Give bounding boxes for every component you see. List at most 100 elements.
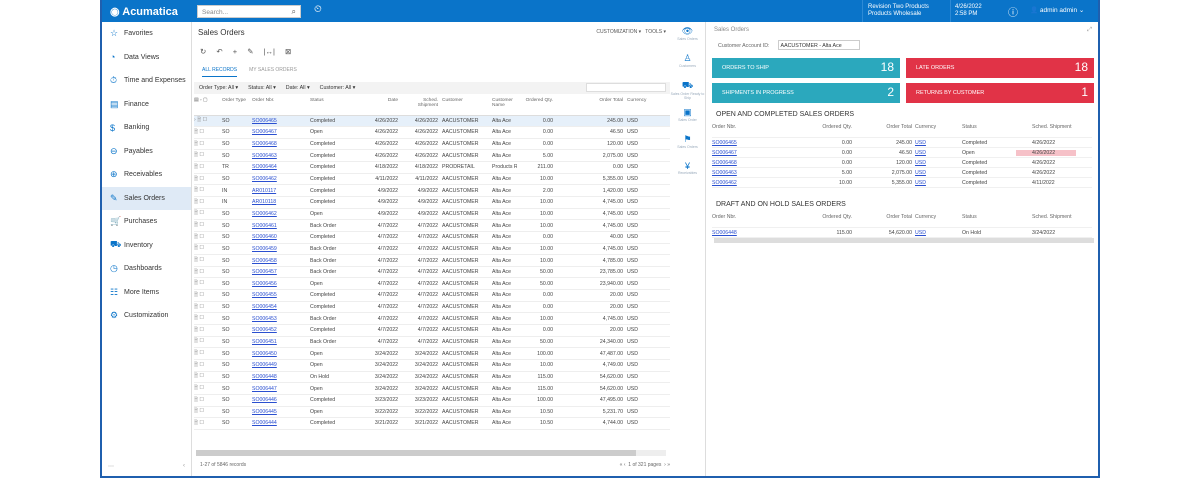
column-header[interactable]: Sched. Shipment: [1016, 214, 1076, 220]
grid-link[interactable]: SO006465: [712, 140, 792, 146]
column-header[interactable]: Sched. Shipment: [402, 95, 442, 116]
filter-status[interactable]: Status: All ▾: [248, 85, 276, 91]
order-link[interactable]: SO006463: [252, 153, 277, 159]
grid-link[interactable]: USD: [912, 150, 936, 156]
column-header[interactable]: Date: [370, 95, 402, 116]
grid-link[interactable]: USD: [912, 230, 936, 236]
sidebar-item-sales-orders[interactable]: ✎ Sales Orders: [102, 186, 191, 210]
column-header[interactable]: Order Type: [222, 95, 252, 116]
column-header[interactable]: Ordered Qty.: [792, 214, 852, 220]
column-header[interactable]: Status: [310, 95, 370, 116]
order-link[interactable]: SO006445: [252, 409, 277, 415]
grid-link[interactable]: SO006462: [712, 180, 792, 186]
order-link[interactable]: SO006461: [252, 223, 277, 229]
order-link[interactable]: SO006460: [252, 234, 277, 240]
column-header[interactable]: Status: [936, 124, 1016, 130]
menu-dots-icon[interactable]: ⋯: [108, 463, 114, 470]
grid-row[interactable]: SO006467 0.00 46.50 USD Open 4/26/2022: [712, 148, 1092, 158]
rail-item-1[interactable]: ♙ Customers: [670, 49, 705, 76]
sidebar-item-purchases[interactable]: 🛒 Purchases: [102, 210, 191, 234]
table-row[interactable]: 🗎 ☐ SO SO006467 Open 4/26/2022 4/26/2022 AACUS…: [194, 126, 670, 139]
sidebar-item-dashboards[interactable]: ◷ Dashboards: [102, 257, 191, 281]
column-header[interactable]: Order Nbr.: [712, 124, 792, 130]
column-header[interactable]: Order Nbr.: [712, 214, 792, 220]
table-row[interactable]: 🗎 ☐ SO SO006458 Back Order 4/7/2022 4/7/2022 A…: [194, 254, 670, 267]
order-link[interactable]: SO006467: [712, 150, 737, 156]
sidebar-item-banking[interactable]: $ Banking: [102, 116, 191, 140]
rail-item-3[interactable]: ▣ Sales Order: [670, 103, 705, 130]
tab-all-records[interactable]: ALL RECORDS: [202, 67, 238, 77]
grid-row[interactable]: SO006463 5.00 2,075.00 USD Completed 4/26/202…: [712, 168, 1092, 178]
tenant-selector[interactable]: Revision Two Products Products Wholesale: [868, 4, 929, 18]
grid-link[interactable]: SO006463: [712, 170, 792, 176]
history-icon[interactable]: ⏲: [314, 4, 322, 15]
order-link[interactable]: AR010118: [252, 199, 276, 205]
toolbar-buttons[interactable]: ↻ ↶ + ✎ |↔| ⊠: [200, 47, 291, 56]
order-link[interactable]: SO006462: [252, 211, 277, 217]
filter-customer[interactable]: Customer: All ▾: [320, 85, 356, 91]
sidebar-item-time-and-expenses[interactable]: ⏱ Time and Expenses: [102, 69, 191, 93]
table-row[interactable]: 🗎 ☐ SO SO006455 Completed 4/7/2022 4/7/2022 AA…: [194, 289, 670, 302]
table-row[interactable]: 🗎 ☐ SO SO006444 Completed 3/21/2022 3/21/2022…: [194, 417, 670, 430]
grid-link[interactable]: USD: [912, 180, 936, 186]
column-header[interactable]: Sched. Shipment: [1016, 124, 1076, 130]
rail-item-5[interactable]: ¥ Receivables: [670, 157, 705, 184]
order-link[interactable]: USD: [915, 160, 926, 166]
order-link[interactable]: USD: [915, 170, 926, 176]
table-row[interactable]: 🗎 ☐ SO SO006457 Back Order 4/7/2022 4/7/2022 A…: [194, 266, 670, 279]
order-link[interactable]: USD: [915, 180, 926, 186]
grid-link[interactable]: SO006468: [712, 160, 792, 166]
column-header[interactable]: Order Total: [852, 124, 912, 130]
business-date-selector[interactable]: 4/26/2022 2:58 PM: [955, 4, 982, 18]
customer-input[interactable]: AACUSTOMER - Alta Ace: [777, 40, 860, 50]
collapse-sidebar-icon[interactable]: ‹: [183, 463, 185, 470]
sidebar-item-customization[interactable]: ⚙ Customization: [102, 304, 191, 328]
grid-link[interactable]: SO006448: [712, 230, 792, 236]
sidebar-item-more-items[interactable]: ☷ More Items: [102, 281, 191, 305]
order-link[interactable]: USD: [915, 140, 926, 146]
table-row[interactable]: 🗎 ☐ SO SO006453 Back Order 4/7/2022 4/7/2022 A…: [194, 312, 670, 326]
table-row[interactable]: 🗎 ☐ SO SO006448 On Hold 3/24/2022 3/24/2022 AA…: [194, 371, 670, 384]
column-header[interactable]: Currency: [912, 214, 936, 220]
grid-link[interactable]: USD: [912, 140, 936, 146]
scrollbar-thumb[interactable]: [196, 450, 636, 456]
grid-link[interactable]: SO006467: [712, 150, 792, 156]
tile-shipments-in-progress[interactable]: SHIPMENTS IN PROGRESS 2: [712, 83, 900, 103]
table-row[interactable]: 🗎 ☐ SO SO006445 Open 3/22/2022 3/22/2022 AACUS…: [194, 406, 670, 419]
order-link[interactable]: USD: [915, 150, 926, 156]
acumatica-logo[interactable]: ◉ Acumatica: [110, 5, 178, 18]
table-row[interactable]: 🗎 ☐ SO SO006450 Open 3/24/2022 3/24/2022 AACUS…: [194, 347, 670, 360]
order-link[interactable]: SO006465: [252, 118, 277, 124]
order-link[interactable]: SO006449: [252, 362, 277, 368]
column-header[interactable]: Currency: [912, 124, 936, 130]
rail-item-4[interactable]: ⚑ Sales Orders: [670, 130, 705, 157]
order-link[interactable]: SO006455: [252, 292, 277, 298]
column-header[interactable]: Customer: [442, 95, 492, 116]
table-row[interactable]: 🗎 ☐ SO SO006460 Completed 4/7/2022 4/7/2022 AA…: [194, 231, 670, 244]
filter-date[interactable]: Date: All ▾: [286, 85, 310, 91]
order-link[interactable]: SO006446: [252, 397, 277, 403]
page-input[interactable]: 1: [628, 462, 631, 468]
table-row[interactable]: 🗎 ☐ SO SO006459 Back Order 4/7/2022 4/7/2022 A…: [194, 243, 670, 256]
next-page-button[interactable]: ›: [664, 462, 666, 468]
column-header[interactable]: Order Nbr.: [252, 95, 310, 116]
grid-link[interactable]: USD: [912, 170, 936, 176]
order-link[interactable]: SO006468: [252, 141, 277, 147]
column-header[interactable]: Order Total: [852, 214, 912, 220]
order-link[interactable]: SO006448: [712, 230, 737, 236]
sidebar-item-inventory[interactable]: ⛟ Inventory: [102, 234, 191, 258]
order-link[interactable]: SO006462: [712, 180, 737, 186]
tile-orders-to-ship[interactable]: ORDERS TO SHIP 18: [712, 58, 900, 78]
order-link[interactable]: SO006462: [252, 176, 277, 182]
table-row[interactable]: 🗎 ☐ SO SO006451 Back Order 4/7/2022 4/7/2022 A…: [194, 336, 670, 349]
sidebar-item-data-views[interactable]: ◔ Data Views: [102, 46, 191, 70]
order-link[interactable]: SO006463: [712, 170, 737, 176]
order-link[interactable]: SO006444: [252, 420, 277, 426]
tile-late-orders[interactable]: LATE ORDERS 18: [906, 58, 1094, 78]
order-link[interactable]: SO006458: [252, 258, 277, 264]
filter-order-type[interactable]: Order Type: All ▾: [199, 85, 238, 91]
order-link[interactable]: SO006447: [252, 386, 277, 392]
sidebar-item-finance[interactable]: ▤ Finance: [102, 93, 191, 117]
table-row[interactable]: 🗎 ☐ SO SO006468 Completed 4/26/2022 4/26/2022…: [194, 138, 670, 151]
table-row[interactable]: 🗎 ☐ IN AR010118 Completed 4/9/2022 4/9/2022 AA…: [194, 196, 670, 209]
